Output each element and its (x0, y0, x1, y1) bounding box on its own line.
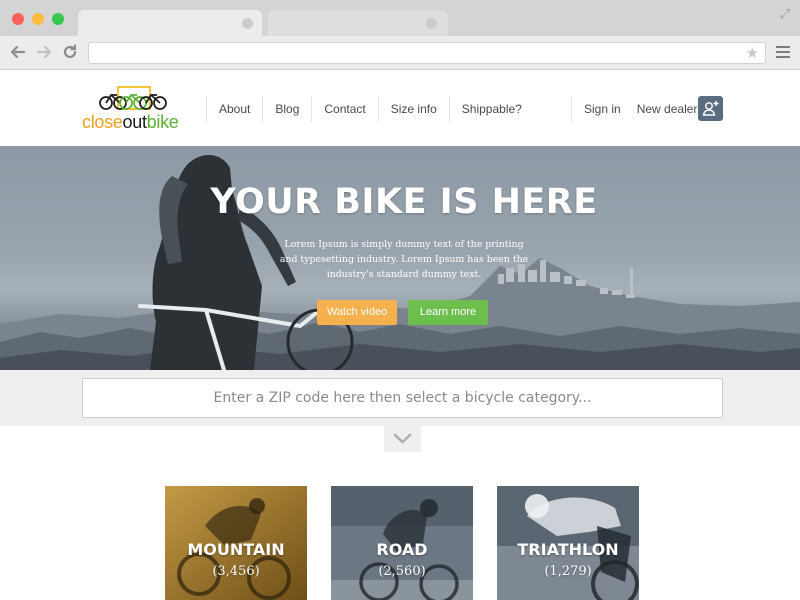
nav-about[interactable]: About (206, 96, 262, 122)
window-minimize-button[interactable] (32, 13, 44, 25)
browser-tab-active[interactable] (78, 10, 262, 36)
category-name: ROAD (376, 540, 428, 559)
site-logo[interactable]: closeoutbike (80, 86, 190, 134)
logo-text-out: out (122, 112, 147, 132)
reload-icon[interactable] (60, 42, 80, 62)
nav-contact[interactable]: Contact (311, 96, 377, 122)
tab-close-icon[interactable] (242, 18, 253, 29)
forward-arrow-icon[interactable] (34, 42, 54, 62)
nav-blog[interactable]: Blog (262, 96, 311, 122)
category-card-road[interactable]: ROAD (2,560) (331, 486, 473, 600)
scroll-down-tab[interactable] (384, 426, 421, 452)
add-user-icon (702, 101, 719, 116)
category-count: (2,560) (378, 564, 426, 579)
hero-title: YOUR BIKE IS HERE (210, 182, 598, 222)
hero-banner: YOUR BIKE IS HERE Lorem Ipsum is simply … (0, 146, 800, 370)
star-icon[interactable]: ★ (746, 44, 759, 62)
main-nav: About Blog Contact Size info Shippable? (206, 96, 534, 122)
category-count: (3,456) (212, 564, 260, 579)
browser-tab-inactive[interactable] (268, 10, 448, 36)
logo-wordmark: closeoutbike (82, 112, 179, 133)
browser-toolbar: ★ (0, 36, 800, 70)
window-maximize-button[interactable] (52, 13, 64, 25)
nav-size-info[interactable]: Size info (377, 96, 449, 122)
address-bar[interactable]: ★ (88, 42, 766, 64)
category-name: TRIATHLON (517, 540, 619, 559)
category-count: (1,279) (544, 564, 592, 579)
menu-icon[interactable] (776, 46, 790, 58)
search-band (0, 370, 800, 426)
browser-chrome: ⤢ ★ (0, 0, 800, 70)
category-name: MOUNTAIN (187, 540, 285, 559)
window-close-button[interactable] (12, 13, 24, 25)
back-arrow-icon[interactable] (8, 42, 28, 62)
bicycles-logo-icon (99, 86, 167, 110)
learn-more-button[interactable]: Learn more (408, 300, 488, 325)
nav-shippable[interactable]: Shippable? (448, 96, 534, 122)
sign-in-link[interactable]: Sign in (571, 96, 633, 122)
site-header: closeoutbike About Blog Contact Size inf… (0, 70, 800, 146)
category-card-mountain[interactable]: MOUNTAIN (3,456) (165, 486, 307, 600)
chevron-down-icon (393, 433, 412, 444)
new-dealer-button[interactable] (698, 96, 723, 121)
hero-subtitle: Lorem Ipsum is simply dummy text of the … (279, 239, 529, 280)
account-nav: Sign in New dealer (571, 96, 709, 122)
browser-tab-bar: ⤢ (0, 0, 800, 36)
tab-close-icon[interactable] (426, 18, 437, 29)
logo-text-bike: bike (146, 112, 179, 132)
watch-video-button[interactable]: Watch video (317, 300, 397, 325)
category-card-triathlon[interactable]: TRIATHLON (1,279) (497, 486, 639, 600)
zip-code-input[interactable] (82, 378, 723, 418)
fullscreen-icon[interactable]: ⤢ (778, 8, 792, 22)
logo-text-close: close (82, 112, 123, 132)
